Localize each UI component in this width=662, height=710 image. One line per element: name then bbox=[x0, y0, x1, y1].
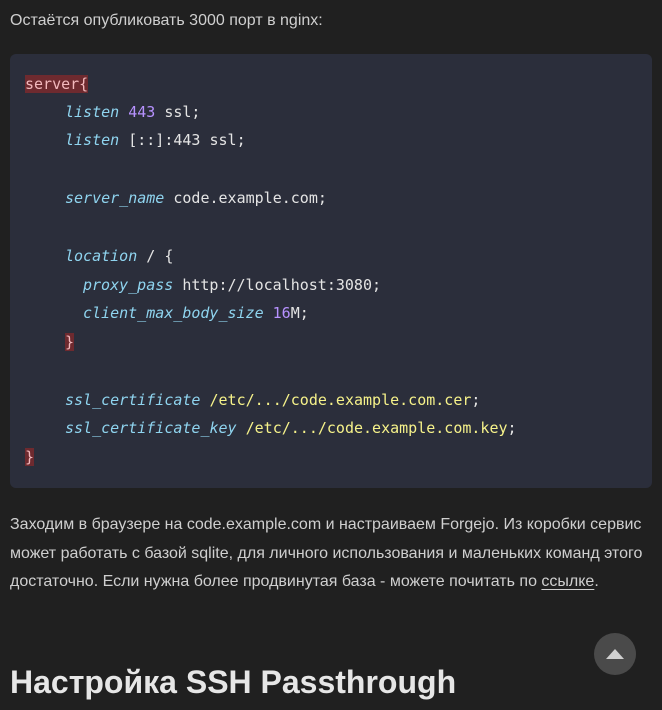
code-ssl-certificate-path: /etc/.../code.example.com.cer bbox=[209, 391, 472, 409]
code-location-close-brace: } bbox=[65, 333, 75, 351]
code-line-listen-443: listen 443 ssl; bbox=[65, 101, 200, 123]
code-directive-server-name: server_name bbox=[65, 189, 165, 207]
code-server-name-value: code.example.com; bbox=[164, 189, 327, 207]
docs-link[interactable]: ссылке bbox=[541, 573, 594, 590]
code-semicolon: ; bbox=[507, 419, 517, 437]
code-directive-client-max-body-size: client_max_body_size bbox=[83, 304, 264, 322]
code-listen-rest: ssl; bbox=[155, 103, 201, 121]
code-directive-proxy-pass: proxy_pass bbox=[83, 276, 174, 294]
code-line-location-close: } bbox=[65, 331, 75, 353]
code-line-server: server{ bbox=[25, 73, 89, 95]
code-semicolon: ; bbox=[471, 391, 481, 409]
code-line-location: location / { bbox=[65, 245, 173, 267]
code-line-ssl-certificate: ssl_certificate /etc/.../code.example.co… bbox=[65, 389, 480, 411]
code-line-server-name: server_name code.example.com; bbox=[65, 187, 327, 209]
intro-text: Остаётся опубликовать 3000 порт в nginx: bbox=[10, 12, 323, 29]
code-line-ssl-certificate-key: ssl_certificate_key /etc/.../code.exampl… bbox=[65, 417, 517, 439]
body-paragraph: Заходим в браузере на code.example.com и… bbox=[10, 511, 650, 597]
code-proxy-pass-value: http://localhost:3080; bbox=[173, 276, 382, 294]
code-line-proxy-pass: proxy_pass http://localhost:3080; bbox=[83, 274, 381, 296]
paragraph-tail: . bbox=[594, 573, 599, 590]
code-location-rest: / { bbox=[137, 247, 174, 265]
code-number-16: 16 bbox=[272, 304, 291, 322]
code-directive-listen: listen bbox=[65, 131, 120, 149]
code-cmbs-rest: M; bbox=[290, 304, 309, 322]
code-line-listen-ipv6: listen [::]:443 ssl; bbox=[65, 129, 246, 151]
code-directive-ssl-certificate: ssl_certificate bbox=[65, 391, 201, 409]
code-directive-ssl-certificate-key: ssl_certificate_key bbox=[65, 419, 237, 437]
code-ssl-certificate-key-path: /etc/.../code.example.com.key bbox=[245, 419, 508, 437]
section-heading: Настройка SSH Passthrough bbox=[10, 664, 457, 700]
code-server-keyword: server{ bbox=[25, 75, 89, 93]
nginx-code-block: server{ listen 443 ssl; listen [::]:443 … bbox=[10, 54, 652, 488]
code-line-server-close: } bbox=[25, 446, 35, 468]
code-listen-ipv6-rest: [::]:443 ssl; bbox=[119, 131, 246, 149]
code-directive-location: location bbox=[65, 247, 138, 265]
code-line-client-max-body-size: client_max_body_size 16M; bbox=[83, 302, 309, 324]
code-server-close-brace: } bbox=[25, 448, 35, 466]
chevron-up-icon bbox=[606, 649, 624, 659]
scroll-to-top-button[interactable] bbox=[594, 633, 636, 675]
code-directive-listen: listen bbox=[65, 103, 120, 121]
code-number-443: 443 bbox=[128, 103, 156, 121]
